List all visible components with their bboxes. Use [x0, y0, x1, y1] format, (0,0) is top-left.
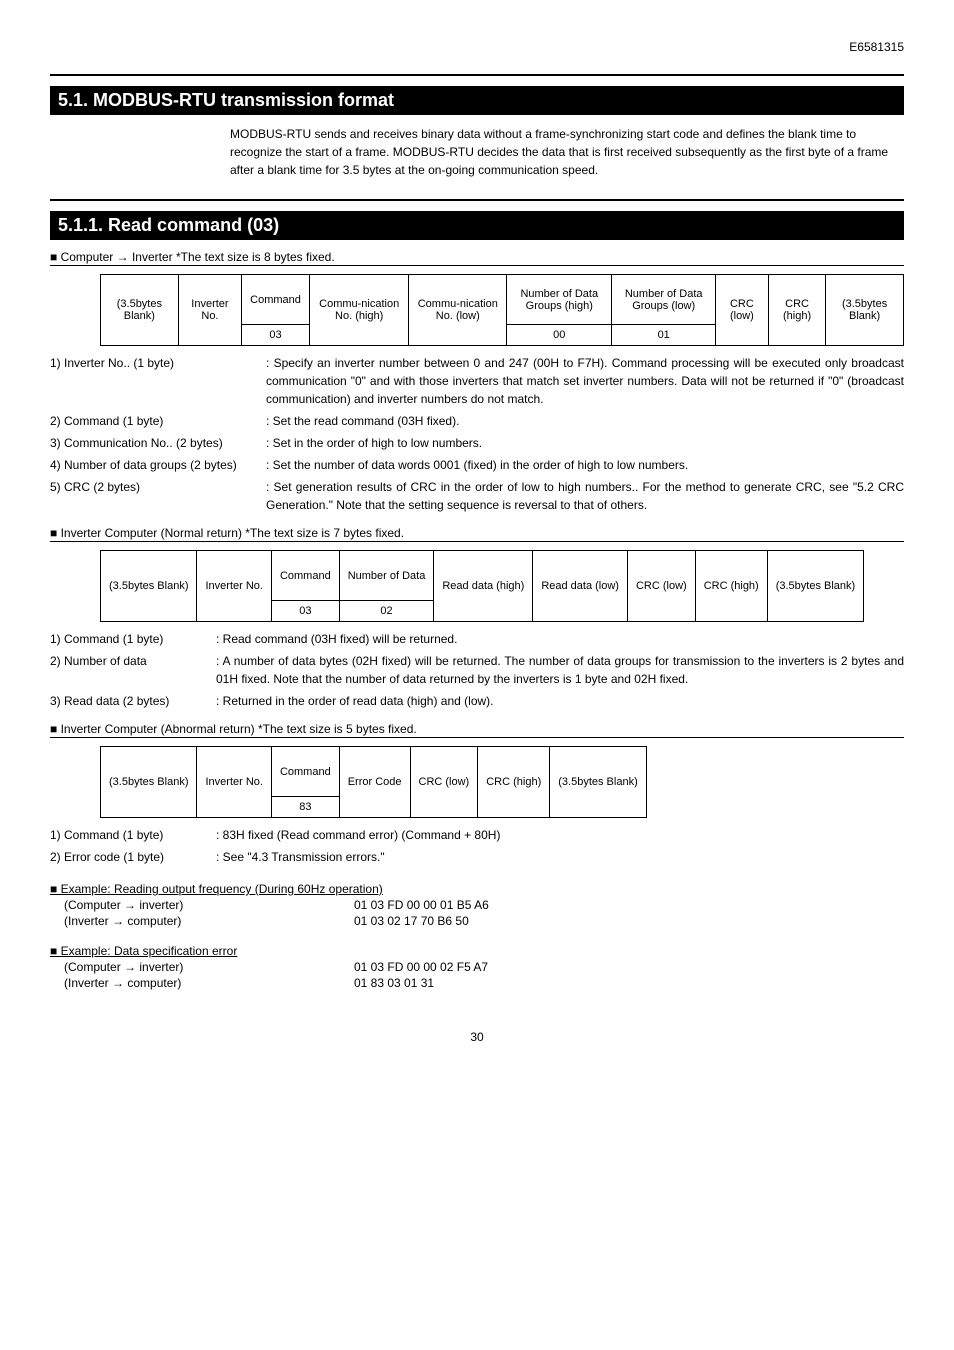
def-desc: : Set the number of data words 0001 (fix… — [266, 456, 904, 474]
cell: 03 — [242, 325, 310, 346]
def-desc: : Set the read command (03H fixed). — [266, 412, 904, 430]
def-desc: : A number of data bytes (02H fixed) wil… — [216, 652, 904, 688]
def-label: 2) Command (1 byte) — [50, 412, 266, 430]
example-dir: (Computer → inverter) — [50, 898, 354, 912]
cell: CRC (low) — [715, 275, 768, 346]
def-desc: : Set in the order of high to low number… — [266, 434, 904, 452]
def-label: 2) Error code (1 byte) — [50, 848, 216, 866]
cell: Inverter No. — [197, 551, 271, 622]
example-dir: (Inverter → computer) — [50, 914, 354, 928]
example-title: ■ Example: Data specification error — [50, 944, 237, 958]
cell: Inverter No. — [178, 275, 241, 346]
cell: Number of Data — [339, 551, 434, 601]
example-title: ■ Example: Reading output frequency (Dur… — [50, 882, 383, 896]
subheader-inverter-normal: ■ Inverter Computer (Normal return) *The… — [50, 526, 904, 542]
def-label: 5) CRC (2 bytes) — [50, 478, 266, 514]
rule — [50, 199, 904, 201]
frame-table-request: (3.5bytes Blank) Inverter No. Command Co… — [100, 274, 904, 346]
cell: CRC (low) — [627, 551, 695, 622]
def-label: 2) Number of data — [50, 652, 216, 688]
cell: Read data (high) — [434, 551, 533, 622]
cell: (3.5bytes Blank) — [767, 551, 863, 622]
subheader-computer-to-inverter: ■ Computer → Inverter *The text size is … — [50, 250, 904, 266]
definitions-request: 1) Inverter No.. (1 byte): Specify an in… — [50, 354, 904, 514]
section-5.1-body: MODBUS-RTU sends and receives binary dat… — [230, 125, 904, 179]
def-label: 3) Communication No.. (2 bytes) — [50, 434, 266, 452]
def-desc: : Read command (03H fixed) will be retur… — [216, 630, 904, 648]
def-desc: : 83H fixed (Read command error) (Comman… — [216, 826, 904, 844]
def-label: 1) Command (1 byte) — [50, 826, 216, 844]
cell: Commu-nication No. (high) — [309, 275, 409, 346]
def-label: 1) Inverter No.. (1 byte) — [50, 354, 266, 408]
cell: Commu-nication No. (low) — [409, 275, 507, 346]
cell: Inverter No. — [197, 747, 271, 818]
cell: CRC (high) — [695, 551, 767, 622]
cell: Number of Data Groups (high) — [507, 275, 612, 325]
cell: Command — [242, 275, 310, 325]
def-desc: : Specify an inverter number between 0 a… — [266, 354, 904, 408]
cell: 02 — [339, 601, 434, 622]
page-number: 30 — [50, 1030, 904, 1044]
cell: Command — [271, 551, 339, 601]
example-hex: 01 83 03 01 31 — [354, 976, 904, 990]
example-hex: 01 03 02 17 70 B6 50 — [354, 914, 904, 928]
cell: 01 — [612, 325, 715, 346]
cell: (3.5bytes Blank) — [101, 551, 197, 622]
def-desc: : Set generation results of CRC in the o… — [266, 478, 904, 514]
definitions-abnormal-return: 1) Command (1 byte): 83H fixed (Read com… — [50, 826, 904, 866]
cell: CRC (high) — [768, 275, 825, 346]
cell: Error Code — [339, 747, 410, 818]
frame-table-abnormal-return: (3.5bytes Blank) Inverter No. Command Er… — [100, 746, 647, 818]
def-desc: : Returned in the order of read data (hi… — [216, 692, 904, 710]
def-label: 3) Read data (2 bytes) — [50, 692, 216, 710]
cell: 00 — [507, 325, 612, 346]
definitions-normal-return: 1) Command (1 byte): Read command (03H f… — [50, 630, 904, 710]
frame-table-normal-return: (3.5bytes Blank) Inverter No. Command Nu… — [100, 550, 864, 622]
example-dir: (Inverter → computer) — [50, 976, 354, 990]
example-hex: 01 03 FD 00 00 01 B5 A6 — [354, 898, 904, 912]
cell: Command — [271, 747, 339, 797]
cell: CRC (low) — [410, 747, 478, 818]
section-5.1-title: 5.1. MODBUS-RTU transmission format — [50, 86, 904, 115]
cell: (3.5bytes Blank) — [101, 275, 179, 346]
cell: 83 — [271, 797, 339, 818]
doc-id: E6581315 — [50, 40, 904, 54]
rule — [50, 74, 904, 76]
cell: Read data (low) — [533, 551, 628, 622]
def-desc: : See "4.3 Transmission errors." — [216, 848, 904, 866]
def-label: 1) Command (1 byte) — [50, 630, 216, 648]
def-label: 4) Number of data groups (2 bytes) — [50, 456, 266, 474]
example-hex: 01 03 FD 00 00 02 F5 A7 — [354, 960, 904, 974]
example-data-spec-error: ■ Example: Data specification error (Com… — [50, 944, 904, 990]
cell: (3.5bytes Blank) — [550, 747, 646, 818]
cell: Number of Data Groups (low) — [612, 275, 715, 325]
example-dir: (Computer → inverter) — [50, 960, 354, 974]
cell: CRC (high) — [478, 747, 550, 818]
cell: (3.5bytes Blank) — [826, 275, 904, 346]
subheader-inverter-abnormal: ■ Inverter Computer (Abnormal return) *T… — [50, 722, 904, 738]
cell: 03 — [271, 601, 339, 622]
example-read-output-frequency: ■ Example: Reading output frequency (Dur… — [50, 882, 904, 928]
section-5.1.1-title: 5.1.1. Read command (03) — [50, 211, 904, 240]
cell: (3.5bytes Blank) — [101, 747, 197, 818]
